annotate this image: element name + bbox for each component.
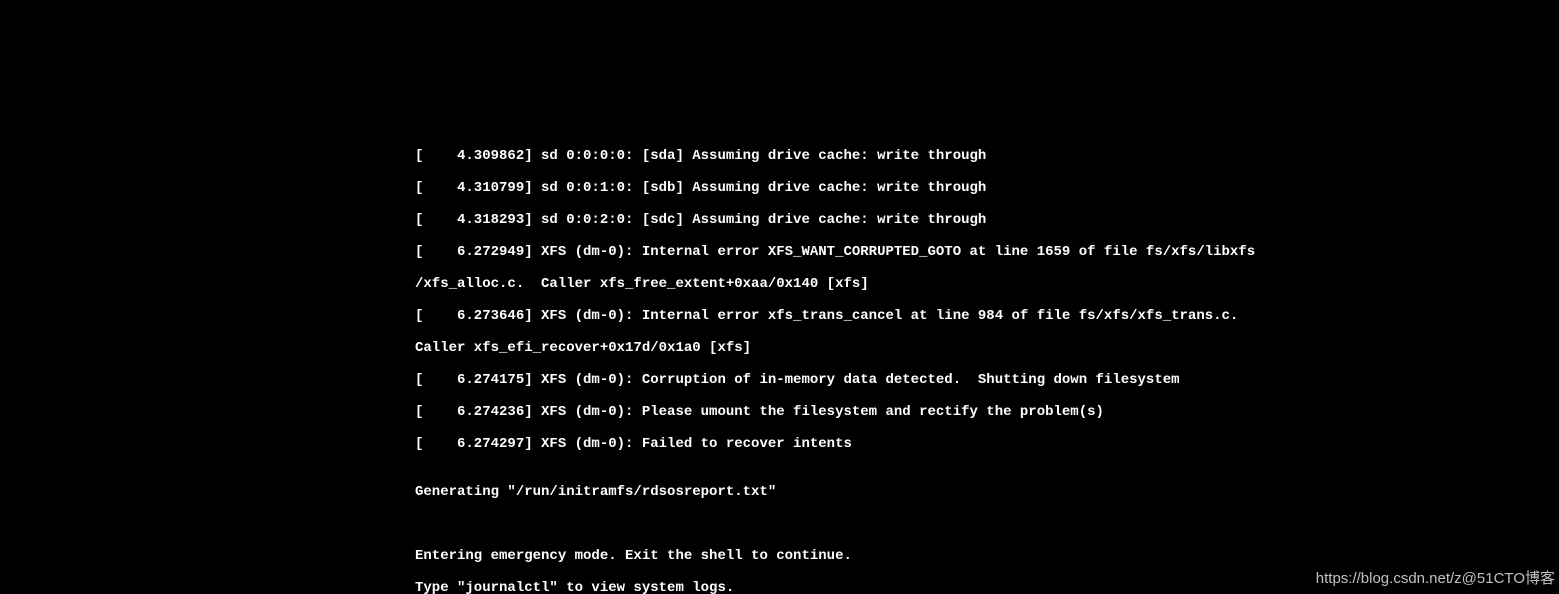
console-output[interactable]: [ 4.309862] sd 0:0:0:0: [sda] Assuming d… bbox=[415, 132, 1255, 594]
journalctl-hint-line: Type "journalctl" to view system logs. bbox=[415, 580, 1255, 594]
kmsg-line: [ 4.309862] sd 0:0:0:0: [sda] Assuming d… bbox=[415, 148, 1255, 164]
kmsg-line: [ 4.318293] sd 0:0:2:0: [sdc] Assuming d… bbox=[415, 212, 1255, 228]
kmsg-line: [ 6.274297] XFS (dm-0): Failed to recove… bbox=[415, 436, 1255, 452]
kmsg-line: [ 6.272949] XFS (dm-0): Internal error X… bbox=[415, 244, 1255, 260]
kmsg-line: Caller xfs_efi_recover+0x17d/0x1a0 [xfs] bbox=[415, 340, 1255, 356]
kmsg-line: [ 4.310799] sd 0:0:1:0: [sdb] Assuming d… bbox=[415, 180, 1255, 196]
kmsg-line: [ 6.274175] XFS (dm-0): Corruption of in… bbox=[415, 372, 1255, 388]
watermark-text: https://blog.csdn.net/z@51CTO博客 bbox=[1316, 567, 1555, 588]
emergency-mode-line: Entering emergency mode. Exit the shell … bbox=[415, 548, 1255, 564]
kmsg-line: [ 6.274236] XFS (dm-0): Please umount th… bbox=[415, 404, 1255, 420]
kmsg-line: /xfs_alloc.c. Caller xfs_free_extent+0xa… bbox=[415, 276, 1255, 292]
kmsg-line: [ 6.273646] XFS (dm-0): Internal error x… bbox=[415, 308, 1255, 324]
generating-report-line: Generating "/run/initramfs/rdsosreport.t… bbox=[415, 484, 1255, 500]
